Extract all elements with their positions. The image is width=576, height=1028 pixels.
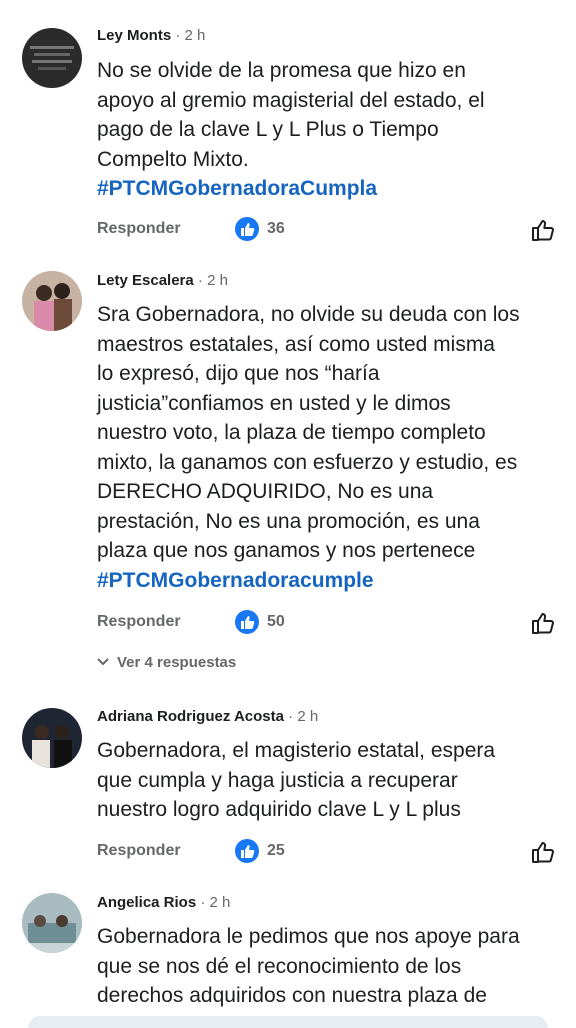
comment-header: Ley Monts · 2 h — [97, 27, 205, 44]
hashtag-link[interactable]: #PTCMGobernadoracumple — [97, 566, 562, 596]
comment-text: Gobernadora le pedimos que nos apoye par… — [97, 922, 562, 1011]
avatar[interactable] — [22, 28, 82, 88]
comment-line: DERECHO ADQUIRIDO, No es una — [97, 480, 434, 503]
like-count: 25 — [267, 842, 285, 859]
comment-line: Compelto Mixto. — [97, 147, 249, 171]
comment-line: que se nos dé el reconocimiento de los — [97, 954, 462, 978]
comment-line: Gobernadora le pedimos que nos apoye par… — [97, 925, 520, 948]
comment-line: apoyo al gremio magisterial del estado, … — [97, 88, 485, 112]
avatar[interactable] — [22, 893, 82, 953]
reply-button[interactable]: Responder — [97, 842, 181, 860]
thumbs-up-icon[interactable] — [529, 838, 557, 866]
comment-line: plaza que nos ganamos y nos pertenece — [97, 539, 476, 562]
comment-line: justicia”confiamos en usted y le dimos — [97, 391, 451, 415]
timestamp[interactable]: · 2 h — [288, 708, 318, 725]
timestamp[interactable]: · 2 h — [200, 894, 230, 911]
avatar[interactable] — [22, 271, 82, 331]
author-name[interactable]: Angelica Rios — [97, 894, 196, 911]
comment-line: No se olvide de la promesa que hizo en — [97, 59, 466, 82]
comment-line: prestación, No es una promoción, es una — [97, 509, 480, 533]
chevron-down-icon — [97, 654, 109, 671]
comment-line: lo expresó, dijo que nos “haría — [97, 362, 380, 385]
comment-line: derechos adquiridos con nuestra plaza de — [97, 984, 487, 1007]
like-count: 50 — [267, 613, 285, 630]
comment-text: No se olvide de la promesa que hizo en a… — [97, 56, 562, 204]
comment-header: Angelica Rios · 2 h — [97, 894, 230, 911]
author-name[interactable]: Adriana Rodriguez Acosta — [97, 708, 284, 725]
comment-header: Lety Escalera · 2 h — [97, 272, 228, 289]
author-name[interactable]: Ley Monts — [97, 27, 171, 44]
avatar[interactable] — [22, 708, 82, 768]
reply-button[interactable]: Responder — [97, 613, 181, 631]
comment-text: Sra Gobernadora, no olvide su deuda con … — [97, 300, 562, 595]
comment-line: nuestro logro adquirido clave L y L plus — [97, 798, 461, 821]
hashtag-link[interactable]: #PTCMGobernadoraCumpla — [97, 174, 562, 204]
like-reaction-icon[interactable] — [235, 217, 259, 241]
comment-line: nuestro voto, la plaza de tiempo complet… — [97, 421, 486, 444]
comment-line: maestros estatales, así como usted misma — [97, 332, 495, 356]
thumbs-up-icon[interactable] — [529, 216, 557, 244]
comment-actions: Responder 36 — [97, 216, 557, 246]
comment-actions: Responder 50 — [97, 609, 557, 639]
like-count: 36 — [267, 220, 285, 237]
comment-line: pago de la clave L y L Plus o Tiempo — [97, 118, 439, 141]
comment-text: Gobernadora, el magisterio estatal, espe… — [97, 736, 562, 825]
comment-line: que cumpla y haga justicia a recuperar — [97, 768, 458, 792]
comment-line: Sra Gobernadora, no olvide su deuda con … — [97, 303, 520, 326]
comment-header: Adriana Rodriguez Acosta · 2 h — [97, 708, 318, 725]
like-reaction-icon[interactable] — [235, 839, 259, 863]
comment-line: mixto, la ganamos con esfuerzo y estudio… — [97, 450, 518, 474]
view-replies-label: Ver 4 respuestas — [117, 654, 237, 671]
author-name[interactable]: Lety Escalera — [97, 272, 194, 289]
comment-actions: Responder 25 — [97, 838, 557, 868]
comment-composer-bar[interactable] — [28, 1016, 548, 1028]
reply-button[interactable]: Responder — [97, 220, 181, 238]
timestamp[interactable]: · 2 h — [175, 27, 205, 44]
comment-line: Gobernadora, el magisterio estatal, espe… — [97, 739, 496, 762]
view-replies-button[interactable]: Ver 4 respuestas — [97, 654, 236, 671]
like-reaction-icon[interactable] — [235, 610, 259, 634]
thumbs-up-icon[interactable] — [529, 609, 557, 637]
timestamp[interactable]: · 2 h — [198, 272, 228, 289]
